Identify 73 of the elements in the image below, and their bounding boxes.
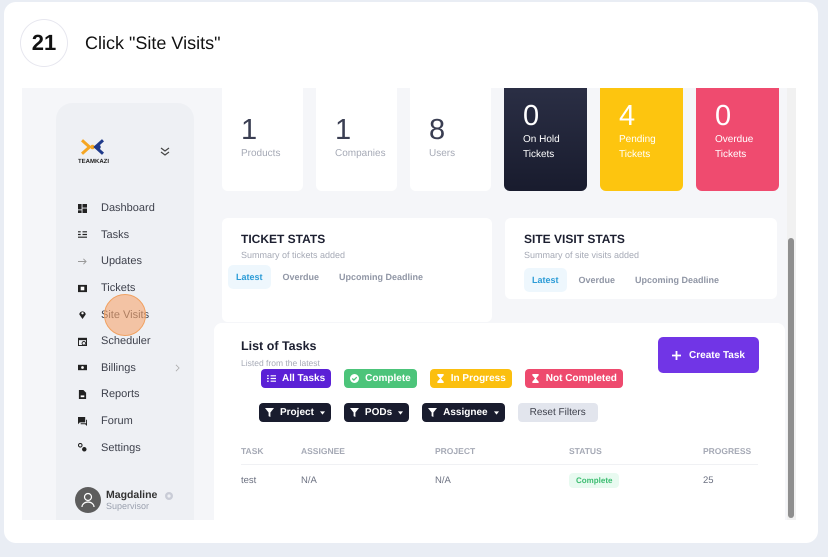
- column-header: ASSIGNEE: [301, 440, 435, 464]
- column-header: PROGRESS: [703, 440, 758, 464]
- sidebar-item[interactable]: Updates: [78, 248, 194, 275]
- pin-icon: [78, 310, 87, 320]
- create-task-button[interactable]: Create Task: [658, 337, 759, 373]
- stat-value: 0: [523, 100, 540, 132]
- sidebar-item[interactable]: Tickets: [78, 274, 194, 302]
- status-badge: Complete: [569, 473, 620, 488]
- calendar-icon: [78, 336, 87, 346]
- scrollbar[interactable]: [787, 88, 796, 520]
- sidebar-item[interactable]: Forum: [78, 408, 194, 434]
- stat-value: 8: [429, 114, 446, 146]
- tasks-subtitle: Listed from the latest: [241, 358, 320, 368]
- stat-label: Products: [241, 147, 282, 161]
- chevron-right-icon: [175, 364, 180, 372]
- status-filter-button[interactable]: All Tasks: [261, 369, 332, 388]
- forum-icon: [78, 416, 87, 426]
- panel-subtitle: Summary of tickets added: [241, 250, 346, 260]
- dashboard-icon: [78, 204, 87, 213]
- stat-label: On Hold Tickets: [523, 133, 561, 162]
- column-header: TASK: [241, 440, 301, 464]
- reset-filters-button[interactable]: Reset Filters: [518, 403, 598, 422]
- sidebar-item[interactable]: Settings: [78, 434, 194, 461]
- tasks-title: List of Tasks: [241, 339, 318, 353]
- user-role: Supervisor: [106, 501, 150, 511]
- sidebar-item[interactable]: Scheduler: [78, 328, 194, 355]
- column-header: STATUS: [569, 440, 703, 464]
- stat-value: 1: [241, 114, 258, 146]
- filter-dropdown[interactable]: Project: [259, 403, 331, 422]
- stat-label: Companies: [335, 147, 387, 161]
- user-name: Magdaline: [106, 489, 158, 501]
- updates-icon: [78, 256, 87, 266]
- status-filter-button[interactable]: Not Completed: [524, 369, 623, 388]
- filter-dropdown[interactable]: PODs: [344, 403, 410, 422]
- tasks-icon: [78, 230, 87, 240]
- filter-dropdown[interactable]: Assignee: [422, 403, 505, 422]
- panel-subtitle: Summary of site visits added: [524, 250, 640, 260]
- filter-icon: [350, 408, 359, 417]
- money-icon: [78, 363, 87, 372]
- avatar-icon: [75, 487, 101, 513]
- column-header: PROJECT: [435, 440, 569, 464]
- sidebar-item[interactable]: Dashboard: [78, 195, 194, 222]
- table-cell: N/A: [301, 464, 435, 496]
- settings-icon: [78, 443, 87, 452]
- tickets-icon: [78, 284, 87, 293]
- caret-icon: [320, 410, 325, 414]
- plus-icon: [672, 350, 682, 360]
- check-circle-icon: [350, 374, 360, 383]
- report-icon: [78, 390, 87, 399]
- table-cell: 25: [703, 464, 758, 496]
- stat-label: Users: [429, 147, 456, 161]
- step-number: 21: [21, 20, 67, 66]
- panel-title: SITE VISIT STATS: [524, 232, 626, 246]
- filter-icon: [265, 408, 274, 417]
- stat-label: Overdue Tickets: [715, 133, 754, 162]
- step-instruction: Click "Site Visits": [85, 32, 220, 54]
- stat-value: 4: [619, 100, 636, 132]
- hourglass-icon: [530, 374, 540, 383]
- caret-icon: [398, 410, 404, 414]
- stat-value: 1: [335, 114, 352, 146]
- filter-icon: [428, 408, 438, 417]
- hourglass-icon: [436, 374, 445, 383]
- collapse-chevron-icon[interactable]: [160, 146, 170, 156]
- sidebar-item[interactable]: Reports: [78, 381, 194, 408]
- caret-icon: [494, 410, 499, 414]
- sidebar-item[interactable]: Billings: [78, 354, 194, 382]
- panel-title: TICKET STATS: [241, 232, 326, 246]
- table-cell: N/A: [435, 464, 569, 496]
- stat-value: 0: [715, 100, 732, 132]
- list-icon: [267, 374, 276, 383]
- table-cell: test: [241, 464, 301, 496]
- sidebar-item[interactable]: Tasks: [78, 222, 194, 248]
- stat-label: Pending Tickets: [619, 133, 657, 162]
